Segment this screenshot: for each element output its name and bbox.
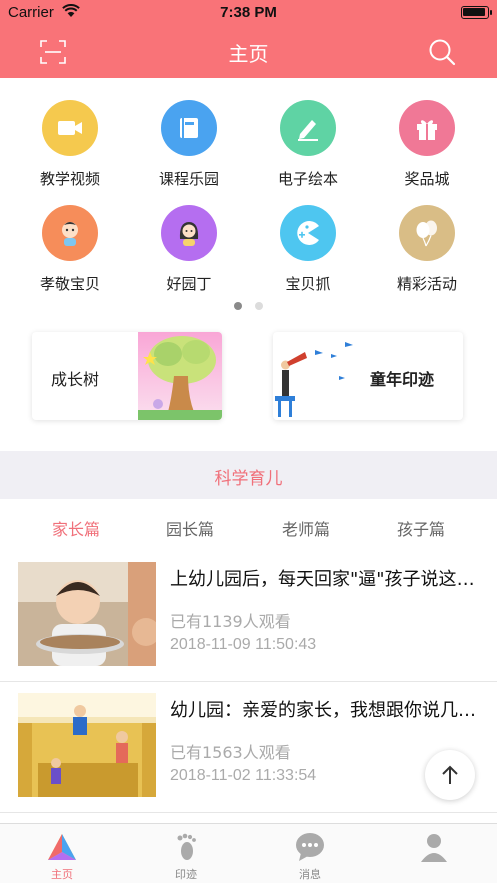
grid-label: 孝敬宝贝 bbox=[39, 275, 100, 293]
tabbar-label: 消息 bbox=[299, 868, 321, 881]
arrow-up-icon bbox=[442, 765, 458, 784]
book-icon bbox=[180, 118, 198, 138]
search-icon[interactable] bbox=[428, 38, 456, 66]
grid-circle bbox=[399, 205, 455, 261]
grid-item-e-picture-book[interactable]: 电子绘本 bbox=[253, 78, 363, 188]
video-icon bbox=[58, 121, 82, 135]
telescope-illustration bbox=[275, 342, 353, 417]
view-count: 已有1139人观看 bbox=[170, 612, 291, 631]
gift-icon bbox=[417, 120, 437, 140]
grid-item-teaching-video[interactable]: 教学视频 bbox=[15, 78, 125, 188]
grid-label: 精彩活动 bbox=[396, 275, 457, 293]
tabbar-item-messages[interactable]: 消息 bbox=[248, 824, 372, 883]
tabbar-label: 印迹 bbox=[175, 868, 197, 881]
grid-circle bbox=[399, 100, 455, 156]
grid-label: 宝贝抓 bbox=[285, 275, 331, 293]
tab-principals[interactable]: 园长篇 bbox=[128, 516, 252, 540]
article-title: 上幼儿园后，每天回家"逼"孩子说这5句话 bbox=[170, 569, 482, 590]
growth-tree-card[interactable]: 成长树 bbox=[32, 332, 222, 420]
grid-item-good-gardener[interactable]: 好园丁 bbox=[134, 183, 244, 293]
article-thumbnail bbox=[18, 562, 156, 666]
grid-item-course-park[interactable]: 课程乐园 bbox=[134, 78, 244, 188]
battery-fill bbox=[463, 8, 485, 16]
article-item[interactable]: 幼儿园：亲爱的家长，我想跟你说几句话 已有1563人观看 2018-11-02 … bbox=[0, 683, 497, 813]
home-screen: Carrier 7:38 PM 主页 教学视频 课程乐园 电子绘本 奖品城 孝敬… bbox=[0, 0, 497, 883]
grid-item-filial-baby[interactable]: 孝敬宝贝 bbox=[15, 183, 125, 293]
grid-label: 好园丁 bbox=[166, 275, 212, 293]
grid-circle bbox=[161, 205, 217, 261]
childhood-trace-card[interactable]: 童年印迹 bbox=[273, 332, 463, 420]
clock: 7:38 PM bbox=[220, 4, 277, 21]
baby-icon bbox=[62, 222, 78, 246]
page-dot[interactable] bbox=[255, 302, 263, 310]
section-header: 科学育儿 bbox=[0, 451, 497, 499]
article-item[interactable]: 上幼儿园后，每天回家"逼"孩子说这5句话 已有1139人观看 2018-11-0… bbox=[0, 552, 497, 682]
pacman-icon bbox=[297, 221, 319, 245]
teacher-icon bbox=[179, 222, 199, 246]
back-to-top-button[interactable] bbox=[425, 750, 475, 800]
grid-circle bbox=[161, 100, 217, 156]
tabbar-item-profile[interactable] bbox=[372, 824, 496, 883]
tabbar-item-traces[interactable]: 印迹 bbox=[124, 824, 248, 883]
pencil-icon bbox=[298, 120, 318, 141]
footprint-icon bbox=[177, 833, 196, 860]
article-title: 幼儿园：亲爱的家长，我想跟你说几句话 bbox=[170, 700, 482, 721]
feature-grid: 教学视频 课程乐园 电子绘本 奖品城 孝敬宝贝 好园丁 宝贝抓 精彩活动 bbox=[0, 78, 497, 298]
card-label: 童年印迹 bbox=[370, 370, 435, 389]
tree-illustration bbox=[138, 332, 222, 420]
page-title: 主页 bbox=[228, 42, 269, 66]
page-indicator bbox=[0, 302, 497, 312]
status-bar: Carrier 7:38 PM bbox=[0, 0, 497, 26]
view-count: 已有1563人观看 bbox=[170, 743, 291, 762]
category-tabs: 家长篇 园长篇 老师篇 孩子篇 bbox=[0, 499, 497, 551]
bottom-tab-bar: 主页 印迹 消息 bbox=[0, 823, 497, 883]
grid-circle bbox=[280, 100, 336, 156]
nav-header: 主页 bbox=[0, 26, 497, 78]
publish-date: 2018-11-02 11:33:54 bbox=[170, 767, 317, 784]
card-label: 成长树 bbox=[51, 370, 100, 389]
grid-item-wonderful-events[interactable]: 精彩活动 bbox=[372, 183, 482, 293]
profile-icon bbox=[421, 834, 447, 862]
grid-circle bbox=[42, 205, 98, 261]
tabbar-label: 主页 bbox=[51, 868, 73, 881]
tab-teachers[interactable]: 老师篇 bbox=[244, 516, 368, 540]
grid-item-baby-catch[interactable]: 宝贝抓 bbox=[253, 183, 363, 293]
battery-icon bbox=[461, 6, 492, 19]
grid-circle bbox=[280, 205, 336, 261]
balloon-icon bbox=[416, 220, 437, 247]
publish-date: 2018-11-09 11:50:43 bbox=[170, 636, 317, 653]
article-thumbnail bbox=[18, 693, 156, 797]
tab-children[interactable]: 孩子篇 bbox=[359, 516, 483, 540]
tab-parents[interactable]: 家长篇 bbox=[14, 516, 138, 540]
page-dot-active[interactable] bbox=[234, 302, 242, 310]
grid-item-prize-mall[interactable]: 奖品城 bbox=[372, 78, 482, 188]
tabbar-item-home[interactable]: 主页 bbox=[0, 824, 124, 883]
chat-bubble-icon bbox=[296, 833, 324, 861]
section-title: 科学育儿 bbox=[214, 469, 283, 489]
grid-circle bbox=[42, 100, 98, 156]
home-triangle-icon bbox=[48, 834, 76, 860]
